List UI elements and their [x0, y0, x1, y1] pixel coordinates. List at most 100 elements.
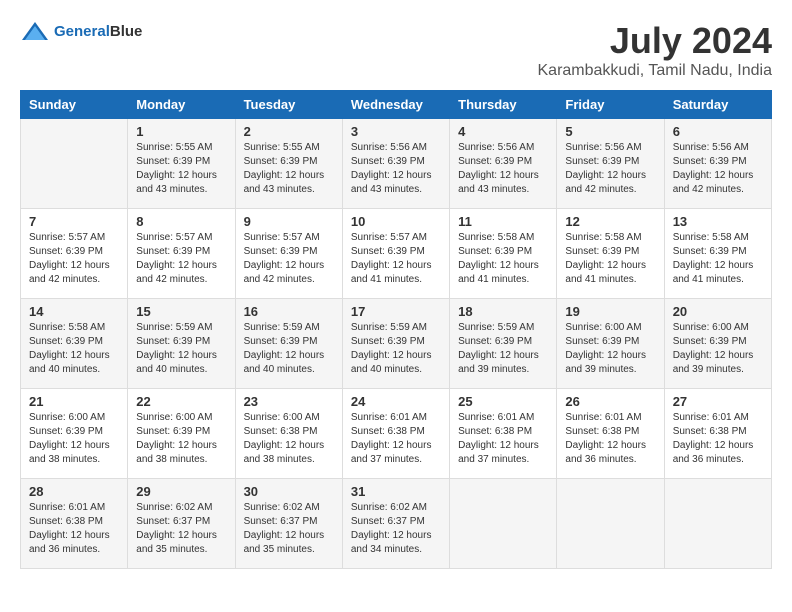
day-number: 14 — [29, 304, 119, 319]
calendar-cell: 2Sunrise: 5:55 AM Sunset: 6:39 PM Daylig… — [235, 119, 342, 209]
calendar-header-row: SundayMondayTuesdayWednesdayThursdayFrid… — [21, 91, 772, 119]
day-info: Sunrise: 6:00 AM Sunset: 6:38 PM Dayligh… — [244, 411, 334, 467]
day-info: Sunrise: 5:57 AM Sunset: 6:39 PM Dayligh… — [351, 231, 441, 287]
calendar-cell: 11 Sunrise: 5:58 AM Sunset: 6:39 PM Dayli… — [450, 209, 557, 299]
day-info: Sunrise: 6:02 AM Sunset: 6:37 PM Dayligh… — [136, 501, 226, 557]
day-number: 3 — [351, 124, 441, 139]
main-title: July 2024 — [538, 20, 773, 62]
calendar-cell: 16 Sunrise: 5:59 AM Sunset: 6:39 PM Dayli… — [235, 299, 342, 389]
day-info: Sunrise: 5:56 AM Sunset: 6:39 PM Dayligh… — [351, 141, 441, 197]
day-number: 26 — [565, 394, 655, 409]
day-info: Sunrise: 6:00 AM Sunset: 6:39 PM Dayligh… — [565, 321, 655, 377]
day-info: Sunrise: 6:01 AM Sunset: 6:38 PM Dayligh… — [458, 411, 548, 467]
calendar-week-3: 14Sunrise: 5:58 AM Sunset: 6:39 PM Dayli… — [21, 299, 772, 389]
header-tuesday: Tuesday — [235, 91, 342, 119]
day-number: 8 — [136, 214, 226, 229]
day-info: Sunrise: 6:00 AM Sunset: 6:39 PM Dayligh… — [136, 411, 226, 467]
day-number: 19 — [565, 304, 655, 319]
day-info: Sunrise: 6:01 AM Sunset: 6:38 PM Dayligh… — [29, 501, 119, 557]
calendar-cell — [21, 119, 128, 209]
day-info: Sunrise: 5:58 AM Sunset: 6:39 PM Dayligh… — [565, 231, 655, 287]
day-info: Sunrise: 5:58 AM Sunset: 6:39 PM Dayligh… — [458, 231, 548, 287]
day-info: Sunrise: 5:57 AM Sunset: 6:39 PM Dayligh… — [136, 231, 226, 287]
day-number: 31 — [351, 484, 441, 499]
day-info: Sunrise: 5:59 AM Sunset: 6:39 PM Dayligh… — [458, 321, 548, 377]
calendar-week-5: 28Sunrise: 6:01 AM Sunset: 6:38 PM Dayli… — [21, 479, 772, 569]
calendar-cell: 7 Sunrise: 5:57 AM Sunset: 6:39 PM Daylig… — [21, 209, 128, 299]
day-number: 9 — [244, 214, 334, 229]
calendar-cell: 15Sunrise: 5:59 AM Sunset: 6:39 PM Dayli… — [128, 299, 235, 389]
header-monday: Monday — [128, 91, 235, 119]
calendar-cell: 29 Sunrise: 6:02 AM Sunset: 6:37 PM Dayli… — [128, 479, 235, 569]
day-number: 24 — [351, 394, 441, 409]
day-number: 29 — [136, 484, 226, 499]
day-info: Sunrise: 5:57 AM Sunset: 6:39 PM Dayligh… — [29, 231, 119, 287]
day-number: 20 — [673, 304, 763, 319]
calendar-cell: 31 Sunrise: 6:02 AM Sunset: 6:37 PM Dayli… — [342, 479, 449, 569]
calendar-cell: 10 Sunrise: 5:57 AM Sunset: 6:39 PM Dayli… — [342, 209, 449, 299]
day-number: 11 — [458, 214, 548, 229]
day-number: 22 — [136, 394, 226, 409]
header-saturday: Saturday — [664, 91, 771, 119]
day-info: Sunrise: 5:55 AM Sunset: 6:39 PM Dayligh… — [244, 141, 334, 197]
day-info: Sunrise: 6:02 AM Sunset: 6:37 PM Dayligh… — [244, 501, 334, 557]
calendar-cell: 5 Sunrise: 5:56 AM Sunset: 6:39 PM Daylig… — [557, 119, 664, 209]
calendar-cell: 13 Sunrise: 5:58 AM Sunset: 6:39 PM Dayli… — [664, 209, 771, 299]
header-thursday: Thursday — [450, 91, 557, 119]
calendar-cell: 21 Sunrise: 6:00 AM Sunset: 6:39 PM Dayli… — [21, 389, 128, 479]
day-info: Sunrise: 6:01 AM Sunset: 6:38 PM Dayligh… — [673, 411, 763, 467]
calendar-cell: 22 Sunrise: 6:00 AM Sunset: 6:39 PM Dayli… — [128, 389, 235, 479]
calendar-cell: 26 Sunrise: 6:01 AM Sunset: 6:38 PM Dayli… — [557, 389, 664, 479]
calendar-cell: 9Sunrise: 5:57 AM Sunset: 6:39 PM Daylig… — [235, 209, 342, 299]
calendar-week-1: 1Sunrise: 5:55 AM Sunset: 6:39 PM Daylig… — [21, 119, 772, 209]
logo-general: General — [54, 23, 110, 40]
title-section: July 2024 Karambakkudi, Tamil Nadu, Indi… — [538, 20, 773, 80]
calendar-cell: 24Sunrise: 6:01 AM Sunset: 6:38 PM Dayli… — [342, 389, 449, 479]
calendar-cell: 17 Sunrise: 5:59 AM Sunset: 6:39 PM Dayli… — [342, 299, 449, 389]
header-wednesday: Wednesday — [342, 91, 449, 119]
day-number: 25 — [458, 394, 548, 409]
day-info: Sunrise: 6:00 AM Sunset: 6:39 PM Dayligh… — [29, 411, 119, 467]
calendar-cell: 27Sunrise: 6:01 AM Sunset: 6:38 PM Dayli… — [664, 389, 771, 479]
day-info: Sunrise: 5:59 AM Sunset: 6:39 PM Dayligh… — [351, 321, 441, 377]
day-info: Sunrise: 5:55 AM Sunset: 6:39 PM Dayligh… — [136, 141, 226, 197]
day-info: Sunrise: 5:56 AM Sunset: 6:39 PM Dayligh… — [565, 141, 655, 197]
calendar-cell: 12 Sunrise: 5:58 AM Sunset: 6:39 PM Dayli… — [557, 209, 664, 299]
day-number: 30 — [244, 484, 334, 499]
logo: GeneralBlue — [20, 20, 142, 44]
day-number: 7 — [29, 214, 119, 229]
calendar-cell: 3 Sunrise: 5:56 AM Sunset: 6:39 PM Daylig… — [342, 119, 449, 209]
calendar-cell: 20 Sunrise: 6:00 AM Sunset: 6:39 PM Dayli… — [664, 299, 771, 389]
day-number: 10 — [351, 214, 441, 229]
day-info: Sunrise: 5:56 AM Sunset: 6:39 PM Dayligh… — [458, 141, 548, 197]
calendar-cell: 25 Sunrise: 6:01 AM Sunset: 6:38 PM Dayli… — [450, 389, 557, 479]
calendar-cell: 8 Sunrise: 5:57 AM Sunset: 6:39 PM Daylig… — [128, 209, 235, 299]
logo-icon — [20, 20, 50, 44]
day-number: 4 — [458, 124, 548, 139]
header-sunday: Sunday — [21, 91, 128, 119]
day-number: 18 — [458, 304, 548, 319]
day-number: 13 — [673, 214, 763, 229]
day-number: 5 — [565, 124, 655, 139]
calendar-cell: 18 Sunrise: 5:59 AM Sunset: 6:39 PM Dayli… — [450, 299, 557, 389]
day-number: 12 — [565, 214, 655, 229]
day-info: Sunrise: 6:00 AM Sunset: 6:39 PM Dayligh… — [673, 321, 763, 377]
header-friday: Friday — [557, 91, 664, 119]
day-number: 6 — [673, 124, 763, 139]
day-info: Sunrise: 5:58 AM Sunset: 6:39 PM Dayligh… — [673, 231, 763, 287]
calendar-cell — [664, 479, 771, 569]
calendar-cell: 6 Sunrise: 5:56 AM Sunset: 6:39 PM Daylig… — [664, 119, 771, 209]
header: GeneralBlue July 2024 Karambakkudi, Tami… — [20, 20, 772, 80]
day-info: Sunrise: 6:01 AM Sunset: 6:38 PM Dayligh… — [565, 411, 655, 467]
calendar-cell: 28Sunrise: 6:01 AM Sunset: 6:38 PM Dayli… — [21, 479, 128, 569]
day-number: 21 — [29, 394, 119, 409]
day-info: Sunrise: 6:02 AM Sunset: 6:37 PM Dayligh… — [351, 501, 441, 557]
day-info: Sunrise: 5:59 AM Sunset: 6:39 PM Dayligh… — [136, 321, 226, 377]
day-number: 17 — [351, 304, 441, 319]
day-info: Sunrise: 5:59 AM Sunset: 6:39 PM Dayligh… — [244, 321, 334, 377]
day-number: 16 — [244, 304, 334, 319]
calendar-cell: 14Sunrise: 5:58 AM Sunset: 6:39 PM Dayli… — [21, 299, 128, 389]
calendar-cell: 19 Sunrise: 6:00 AM Sunset: 6:39 PM Dayli… — [557, 299, 664, 389]
day-info: Sunrise: 5:56 AM Sunset: 6:39 PM Dayligh… — [673, 141, 763, 197]
calendar-cell: 1Sunrise: 5:55 AM Sunset: 6:39 PM Daylig… — [128, 119, 235, 209]
